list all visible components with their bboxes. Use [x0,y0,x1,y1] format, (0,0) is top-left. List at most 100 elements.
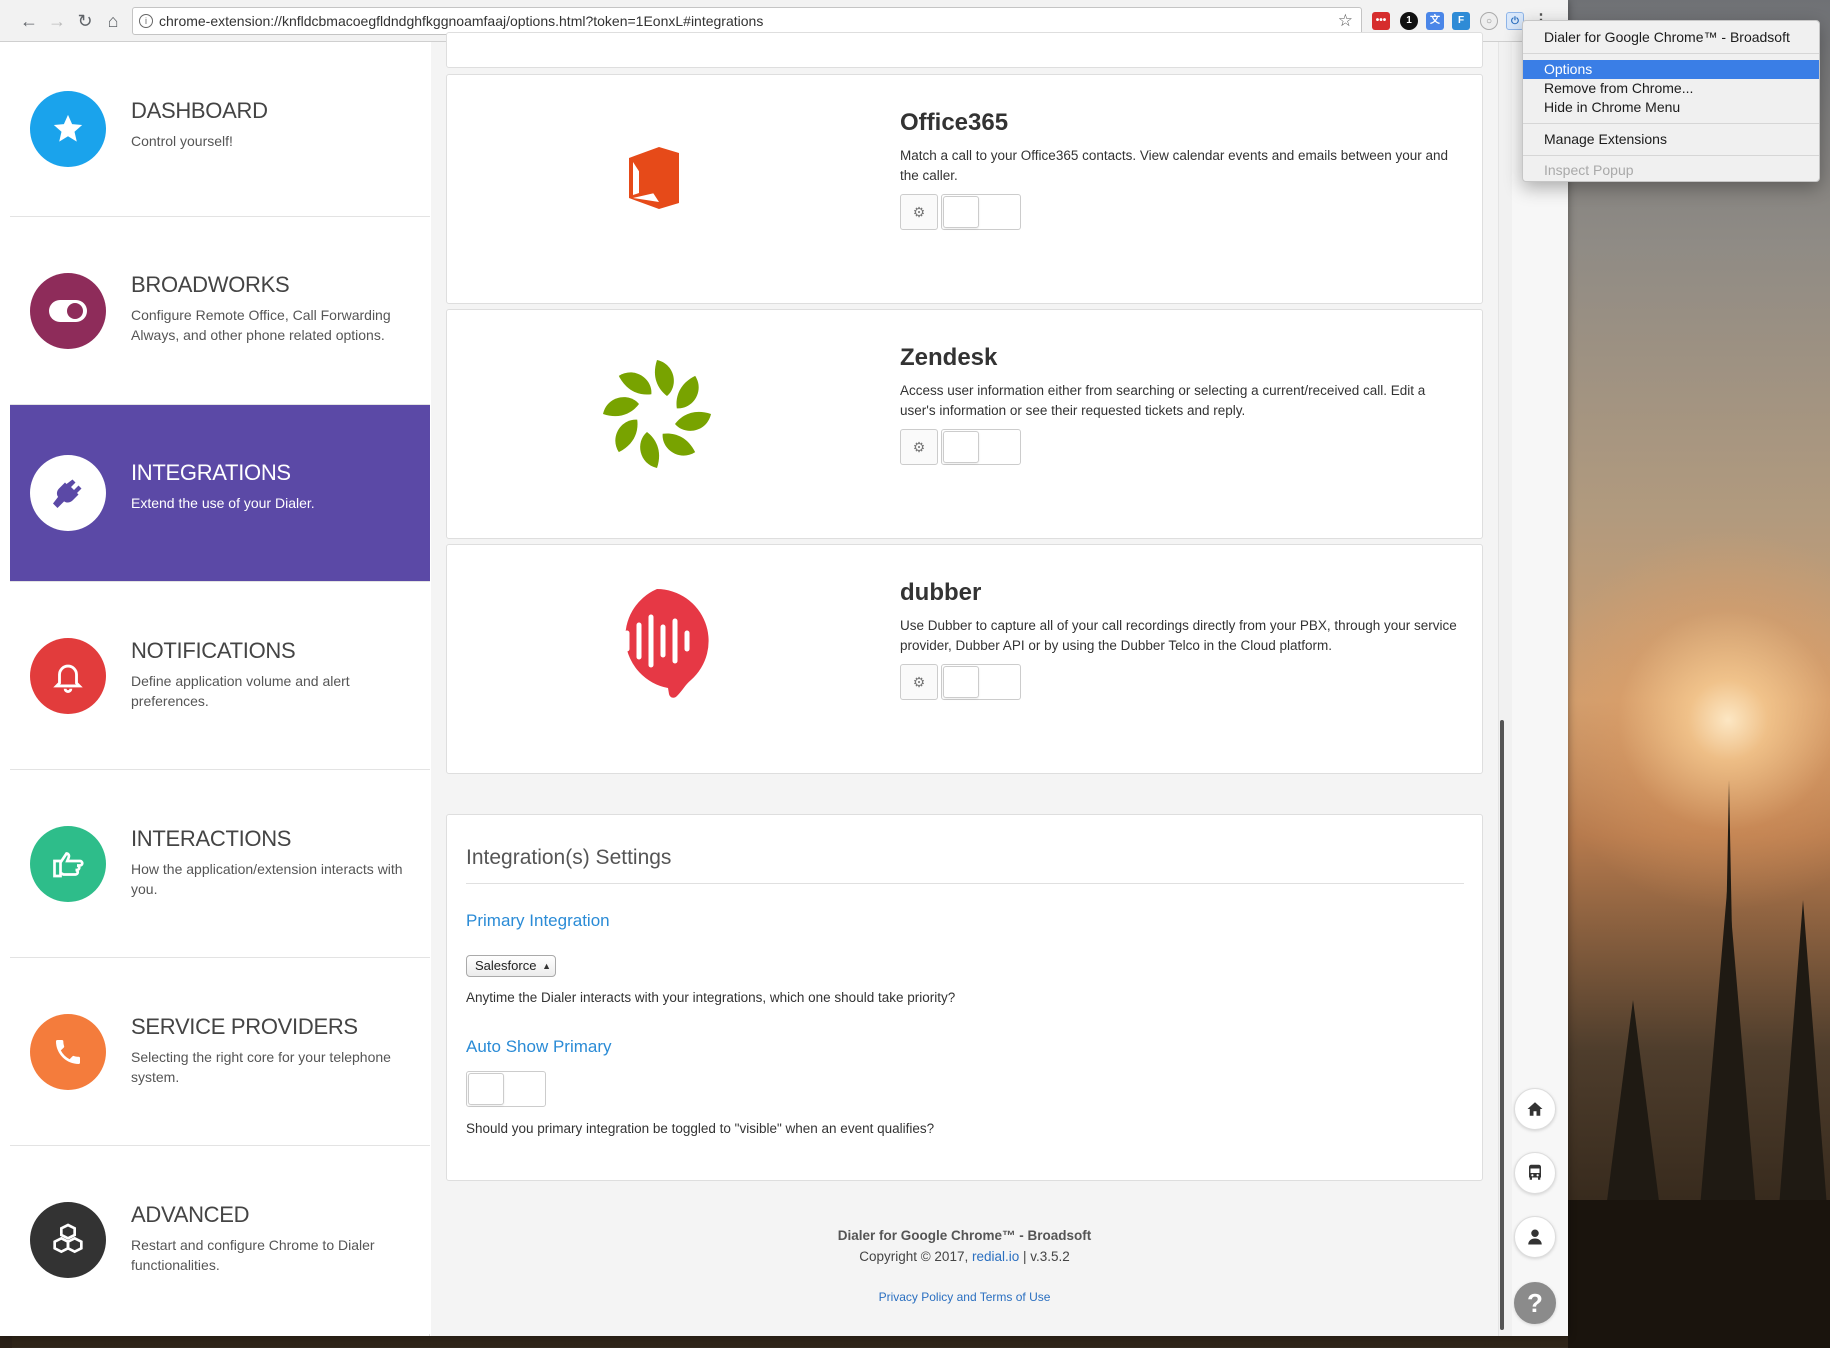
extension-translate-icon[interactable]: 文 [1426,12,1444,30]
primary-integration-help: Anytime the Dialer interacts with your i… [466,990,956,1005]
integration-desc: Access user information either from sear… [900,383,1426,418]
footer-product: Dialer for Google Chrome™ - Broadsoft [837,1228,1092,1243]
sidebar-item-title: SERVICE PROVIDERS [131,1014,358,1039]
info-icon[interactable]: i [139,14,153,28]
bell-icon [30,638,106,714]
version-text: | v.3.5.2 [1019,1249,1070,1264]
sidebar-item-title: BROADWORKS [131,272,290,297]
reload-icon[interactable]: ↻ [74,10,96,32]
sidebar-item-advanced[interactable]: ADVANCED Restart and configure Chrome to… [10,1146,430,1334]
context-menu-options[interactable]: Options [1523,60,1819,79]
auto-show-primary-label: Auto Show Primary [466,1037,612,1056]
context-menu-header[interactable]: Dialer for Google Chrome™ - Broadsoft [1523,28,1819,47]
sidebar-item-desc: How the application/extension interacts … [131,861,403,897]
url-text: chrome-extension://knfldcbmacoegfldndghf… [159,13,764,29]
cubes-icon [30,1202,106,1278]
extension-fi-icon[interactable]: F [1452,12,1470,30]
sidebar-item-service-providers[interactable]: SERVICE PROVIDERS Selecting the right co… [10,958,430,1146]
integration-card-dubber: dubber Use Dubber to capture all of your… [446,544,1483,774]
toggle-knob [943,431,979,463]
toggle-icon [30,273,106,349]
integration-settings-panel: Integration(s) Settings Primary Integrat… [446,814,1483,1181]
primary-integration-label: Primary Integration [466,911,610,930]
sidebar-item-title: DASHBOARD [131,98,268,123]
primary-integration-select[interactable]: Salesforce ▲ [466,955,556,977]
integration-desc: Match a call to your Office365 contacts.… [900,148,1449,183]
home-icon[interactable] [1514,1088,1556,1130]
sidebar-item-title: NOTIFICATIONS [131,638,296,663]
integration-card-zendesk: Zendesk Access user information either f… [446,309,1483,539]
integration-settings-gear-icon[interactable]: ⚙ [900,429,938,465]
help-question-icon[interactable]: ? [1514,1282,1556,1324]
extension-context-menu: Dialer for Google Chrome™ - Broadsoft Op… [1522,20,1820,182]
office365-logo-icon [627,145,681,216]
privacy-link[interactable]: Privacy Policy and Terms of Use [879,1290,1051,1304]
forward-arrow-icon[interactable]: → [46,10,68,32]
integration-toggle[interactable] [941,194,1021,230]
bookmark-star-icon[interactable]: ☆ [1338,8,1353,34]
integration-toggle[interactable] [941,664,1021,700]
scrollbar-thumb[interactable] [1500,720,1504,1330]
user-icon[interactable] [1514,1216,1556,1258]
bus-icon[interactable] [1514,1152,1556,1194]
extension-gray-icon[interactable]: ○ [1480,12,1498,30]
sidebar-item-desc: Extend the use of your Dialer. [131,495,315,511]
integration-desc: Use Dubber to capture all of your call r… [900,618,1457,653]
hand-pointer-icon [30,826,106,902]
footer-privacy: Privacy Policy and Terms of Use [431,1290,1498,1304]
context-menu-hide[interactable]: Hide in Chrome Menu [1523,98,1819,117]
toggle-knob [943,196,979,228]
sidebar-item-integrations[interactable]: INTEGRATIONS Extend the use of your Dial… [10,405,430,582]
sidebar-item-interactions[interactable]: INTERACTIONS How the application/extensi… [10,770,430,958]
sidebar-item-dashboard[interactable]: DASHBOARD Control yourself! [10,42,430,217]
integrations-main: Office365 Match a call to your Office365… [431,32,1498,1336]
context-menu-remove[interactable]: Remove from Chrome... [1523,79,1819,98]
context-menu-manage-extensions[interactable]: Manage Extensions [1523,130,1819,149]
toggle-knob [943,666,979,698]
context-menu-divider [1523,123,1819,124]
address-bar[interactable]: i chrome-extension://knfldcbmacoegfldndg… [132,7,1362,35]
sidebar-item-desc: Configure Remote Office, Call Forwarding… [131,307,391,343]
desktop-background [1568,0,1830,1348]
sidebar-item-title: ADVANCED [131,1202,250,1227]
copyright-text: Copyright © 2017, [859,1249,972,1264]
sidebar-item-desc: Selecting the right core for your teleph… [131,1049,391,1085]
sidebar-item-notifications[interactable]: NOTIFICATIONS Define application volume … [10,582,430,770]
sidebar-item-broadworks[interactable]: BROADWORKS Configure Remote Office, Call… [10,217,430,405]
primary-integration-value: Salesforce [475,958,537,973]
integration-title: Office365 [900,109,1009,136]
integration-card-partial [446,32,1483,68]
back-arrow-icon[interactable]: ← [18,10,40,32]
plug-icon [30,455,106,531]
sidebar-item-desc: Restart and configure Chrome to Dialer f… [131,1237,375,1273]
footer-copyright: Copyright © 2017, redial.io | v.3.5.2 [431,1249,1498,1264]
integration-settings-gear-icon[interactable]: ⚙ [900,194,938,230]
phone-icon [30,1014,106,1090]
home-icon[interactable]: ⌂ [102,10,124,32]
sidebar-item-desc: Define application volume and alert pref… [131,673,350,709]
auto-show-primary-toggle[interactable] [466,1071,546,1107]
settings-divider [466,883,1464,884]
extension-lastpass-icon[interactable]: ••• [1372,12,1390,30]
context-menu-inspect-popup: Inspect Popup [1544,162,1634,178]
integration-title: dubber [900,579,982,606]
integration-settings-gear-icon[interactable]: ⚙ [900,664,938,700]
zendesk-logo-icon [597,354,717,479]
select-arrows-icon: ▲ [542,961,551,971]
sidebar-item-title: INTEGRATIONS [131,460,291,485]
extension-onepassword-icon[interactable]: 1 [1400,12,1418,30]
integration-toggle[interactable] [941,429,1021,465]
quick-nav-rail [1512,42,1568,1336]
redial-link[interactable]: redial.io [972,1249,1019,1264]
auto-show-primary-help: Should you primary integration be toggle… [466,1121,935,1136]
integration-title: Zendesk [900,344,998,371]
sidebar-item-title: INTERACTIONS [131,826,292,851]
settings-sidebar: DASHBOARD Control yourself! BROADWORKS C… [10,42,430,1336]
browser-window: ← → ↻ ⌂ i chrome-extension://knfldcbmaco… [0,0,1568,1336]
dubber-logo-icon [603,587,711,714]
context-menu-divider [1523,53,1819,54]
integration-card-office365: Office365 Match a call to your Office365… [446,74,1483,304]
star-icon [30,91,106,167]
context-menu-divider [1523,155,1819,156]
sidebar-item-desc: Control yourself! [131,133,233,149]
